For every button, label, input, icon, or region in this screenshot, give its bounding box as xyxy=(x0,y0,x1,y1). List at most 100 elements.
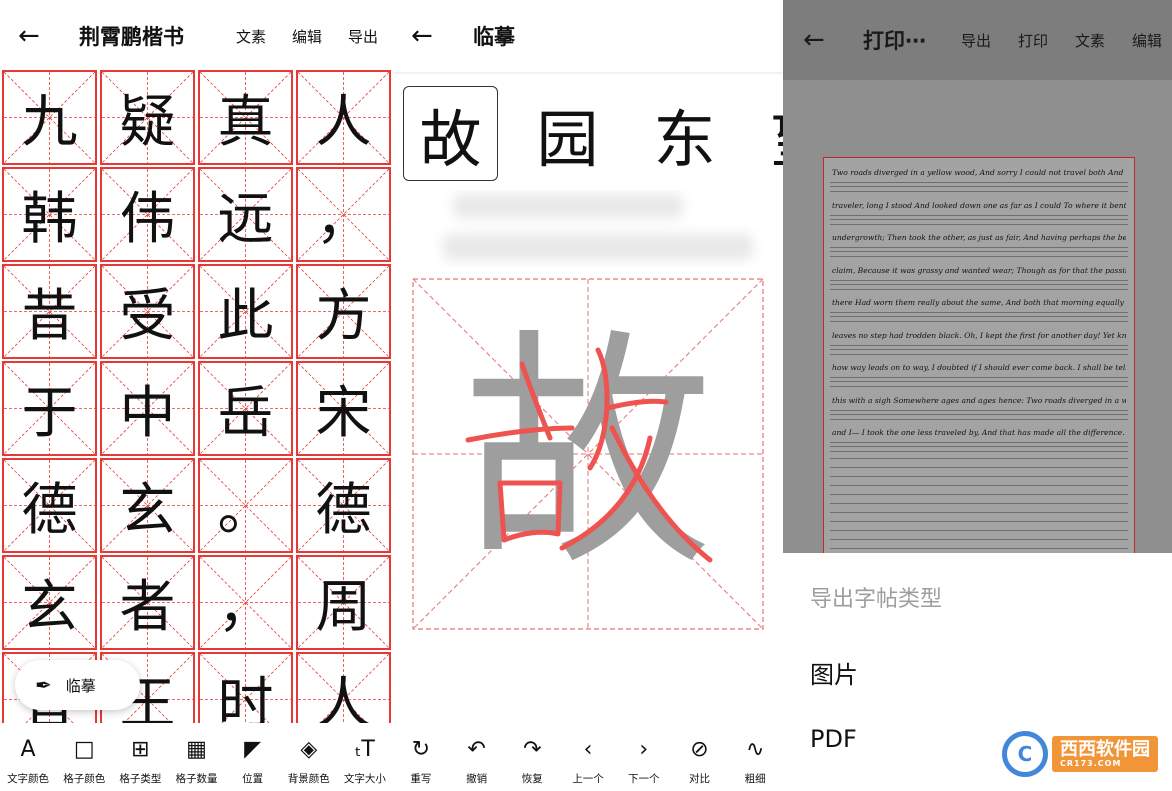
grid-character: 方 xyxy=(315,284,372,349)
font-style-button[interactable]: 文素 xyxy=(1075,30,1105,51)
export-pdf-option[interactable]: PDF xyxy=(810,725,857,753)
previous-tool-button[interactable]: ‹ 上一个 xyxy=(560,723,616,791)
back-arrow-icon[interactable]: ← xyxy=(411,23,433,49)
character-grid[interactable]: 九疑真人韩伟远，昔受此方于中岳宋德玄。德玄者，周昔王时人 xyxy=(0,68,393,723)
background-color-tool-button[interactable]: ◈ 背景颜色 xyxy=(281,723,337,791)
font-style-button[interactable]: 文素 xyxy=(236,26,266,47)
trace-canvas[interactable]: 故 xyxy=(412,278,764,630)
export-button[interactable]: 导出 xyxy=(961,30,991,51)
grid-cell[interactable]: 宋 xyxy=(296,361,391,456)
character-strip: 故 园 东 望 xyxy=(393,72,783,192)
grid-cell[interactable]: 远 xyxy=(198,167,293,262)
grid-cell[interactable]: ， xyxy=(296,167,391,262)
strip-character[interactable]: 东 xyxy=(637,86,732,181)
grid-character: 九 xyxy=(21,90,78,155)
grid-character: 韩 xyxy=(21,187,78,252)
strip-character[interactable]: 园 xyxy=(520,86,615,181)
compare-tool-button[interactable]: ⊘ 对比 xyxy=(672,723,728,791)
strip-character[interactable]: 望 xyxy=(754,86,783,181)
print-app-bar: ← 打印⋯ 导出 打印 文素 编辑 xyxy=(783,0,1172,80)
thickness-tool-button[interactable]: ∿ 粗细 xyxy=(727,723,783,791)
grid-cell[interactable]: 德 xyxy=(2,458,97,553)
grid-cell[interactable]: 中 xyxy=(100,361,195,456)
grid-character: 于 xyxy=(21,381,78,446)
compare-icon: ⊘ xyxy=(690,737,709,762)
grid-color-tool-button[interactable]: □ 格子颜色 xyxy=(56,723,112,791)
tool-label: 背景颜色 xyxy=(287,773,330,785)
grid-cell[interactable]: 德 xyxy=(296,458,391,553)
grid-cell[interactable]: ， xyxy=(198,555,293,650)
export-panel: ← 打印⋯ 导出 打印 文素 编辑 Two roads diverged in … xyxy=(783,0,1172,791)
undo-tool-button[interactable]: ↶ 撤销 xyxy=(449,723,505,791)
export-image-option[interactable]: 图片 xyxy=(810,655,858,690)
grid-character: 中 xyxy=(119,381,176,446)
grid-cell[interactable]: 伟 xyxy=(100,167,195,262)
watermark-main: 西西软件园 xyxy=(1060,738,1150,760)
position-tool-button[interactable]: ◤ 位置 xyxy=(225,723,281,791)
sheet-rule-line xyxy=(830,442,1128,443)
grid-cell[interactable]: 真 xyxy=(198,70,293,165)
grid-cell[interactable]: 。 xyxy=(198,458,293,553)
trace-fab-button[interactable]: ✒ 临摹 xyxy=(15,660,140,710)
text-size-icon: ₜT xyxy=(354,737,375,762)
grid-count-icon: ▦ xyxy=(186,737,207,762)
trace-app-bar: ← 临摹 xyxy=(393,0,783,72)
sheet-rule-line xyxy=(830,476,1128,477)
grid-cell[interactable]: 受 xyxy=(100,264,195,359)
sheet-rule-line xyxy=(830,548,1128,549)
grid-count-tool-button[interactable]: ▦ 格子数量 xyxy=(168,723,224,791)
grid-character: ， xyxy=(217,575,274,640)
grid-cell[interactable]: 于 xyxy=(2,361,97,456)
grid-cell[interactable]: 时 xyxy=(198,652,293,723)
grid-cell[interactable]: 玄 xyxy=(100,458,195,553)
grid-cell[interactable]: 昔 xyxy=(2,264,97,359)
back-arrow-icon[interactable]: ← xyxy=(18,23,40,49)
sheet-rule-line xyxy=(830,377,1128,378)
trace-panel: ← 临摹 故 园 东 望 故 ↻ 重写 ↶ 撤销 ↷ 恢复 ‹ 上一个 › 下一个 ⊘ 对比 ∿ xyxy=(393,0,783,791)
sheet-rule-line xyxy=(830,283,1128,285)
grid-cell[interactable]: 方 xyxy=(296,264,391,359)
tool-label: 粗细 xyxy=(744,773,766,785)
grid-cell[interactable]: 疑 xyxy=(100,70,195,165)
edit-button[interactable]: 编辑 xyxy=(1132,30,1162,51)
grid-character: 玄 xyxy=(119,478,176,543)
sheet-text-line: claim, Because it was grassy and wanted … xyxy=(832,265,1126,275)
previous-icon: ‹ xyxy=(583,737,593,762)
tool-label: 对比 xyxy=(688,773,710,785)
text-color-tool-button[interactable]: A 文字颜色 xyxy=(0,723,56,791)
grid-type-icon: ⊞ xyxy=(131,737,150,762)
grid-cell[interactable]: 此 xyxy=(198,264,293,359)
redo-tool-button[interactable]: ↷ 恢复 xyxy=(504,723,560,791)
grid-cell[interactable]: 岳 xyxy=(198,361,293,456)
text-size-tool-button[interactable]: ₜT 文字大小 xyxy=(337,723,393,791)
redo-icon: ↷ xyxy=(523,737,542,762)
sheet-rule-line xyxy=(830,418,1128,420)
grid-cell[interactable]: 人 xyxy=(296,70,391,165)
sheet-rule-line xyxy=(830,386,1128,387)
grid-type-tool-button[interactable]: ⊞ 格子类型 xyxy=(112,723,168,791)
export-button[interactable]: 导出 xyxy=(348,26,378,47)
tool-label: 撤销 xyxy=(466,773,488,785)
edit-button[interactable]: 编辑 xyxy=(292,26,322,47)
sheet-rule-line xyxy=(830,467,1128,468)
back-arrow-icon[interactable]: ← xyxy=(803,27,825,53)
sheet-rule-line xyxy=(830,451,1128,452)
grid-cell[interactable]: 人 xyxy=(296,652,391,723)
feather-pen-icon: ✒ xyxy=(35,673,52,697)
grid-cell[interactable]: 者 xyxy=(100,555,195,650)
next-tool-button[interactable]: › 下一个 xyxy=(616,723,672,791)
tool-label: 文字大小 xyxy=(343,773,386,785)
sheet-text-line: Two roads diverged in a yellow wood, And… xyxy=(832,168,1126,177)
grid-cell[interactable]: 九 xyxy=(2,70,97,165)
rewrite-tool-button[interactable]: ↻ 重写 xyxy=(393,723,449,791)
grid-character: 疑 xyxy=(119,90,176,155)
template-character: 故 xyxy=(463,308,713,599)
sheet-text-line: there Had worn them really about the sam… xyxy=(832,298,1126,307)
grid-character: 人 xyxy=(315,90,372,155)
grid-cell[interactable]: 玄 xyxy=(2,555,97,650)
print-button[interactable]: 打印 xyxy=(1018,30,1048,51)
strip-character-selected[interactable]: 故 xyxy=(403,86,498,181)
tool-label: 下一个 xyxy=(627,773,660,785)
grid-cell[interactable]: 韩 xyxy=(2,167,97,262)
grid-cell[interactable]: 周 xyxy=(296,555,391,650)
